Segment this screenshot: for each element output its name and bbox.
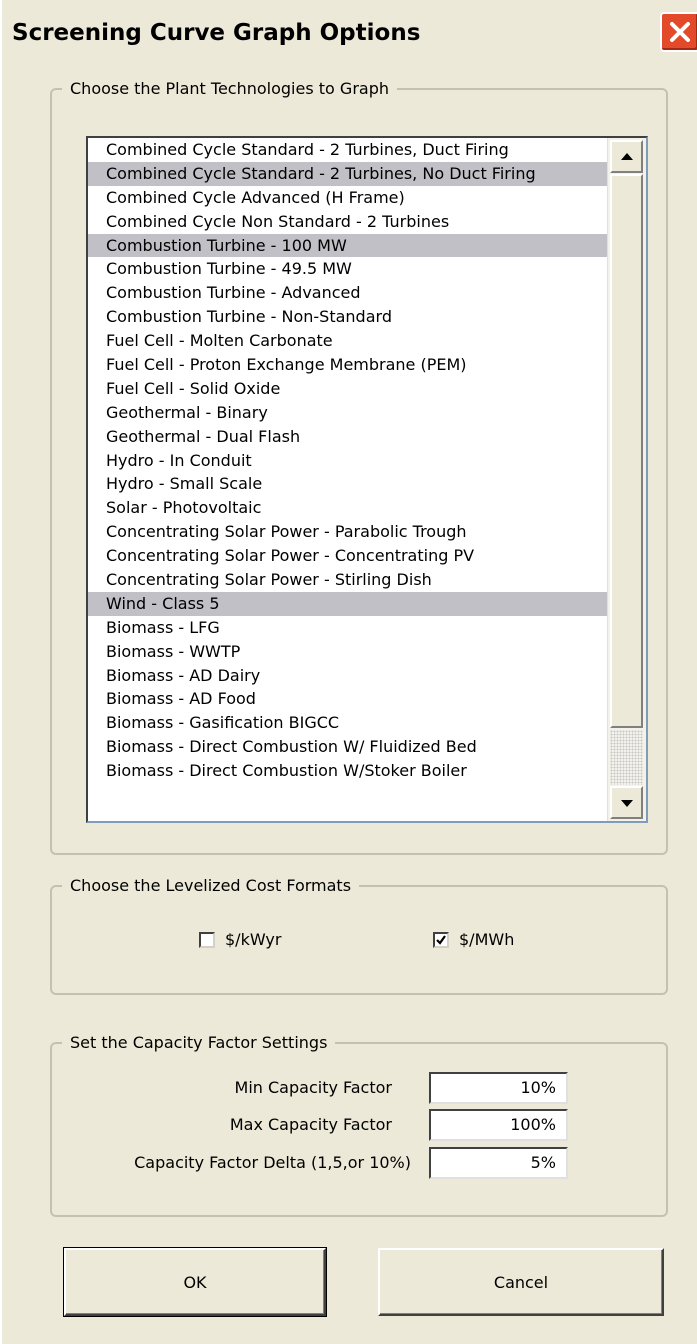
mwh-checkbox[interactable] [433, 931, 449, 948]
capacity-legend: Set the Capacity Factor Settings [62, 1033, 336, 1053]
delta-capacity-label: Capacity Factor Delta (1,5,or 10%) [134, 1153, 411, 1172]
ok-button[interactable]: OK [63, 1247, 327, 1317]
scroll-up-button[interactable] [610, 140, 643, 173]
technologies-listbox[interactable]: Combined Cycle Standard - 2 Turbines, Du… [86, 136, 648, 823]
window-title: Screening Curve Graph Options [12, 20, 421, 46]
title-bar[interactable]: Screening Curve Graph Options [2, 0, 697, 68]
list-item[interactable]: Concentrating Solar Power - Parabolic Tr… [88, 520, 610, 544]
close-button[interactable] [660, 12, 697, 52]
delta-capacity-input[interactable]: 5% [429, 1147, 568, 1179]
list-item[interactable]: Biomass - Direct Combustion W/ Fluidized… [88, 735, 610, 759]
list-item[interactable]: Biomass - WWTP [88, 640, 610, 664]
list-item[interactable]: Concentrating Solar Power - Stirling Dis… [88, 568, 610, 592]
list-item[interactable]: Combustion Turbine - 100 MW [88, 233, 610, 258]
scroll-down-button[interactable] [610, 786, 643, 819]
arrow-down-icon [621, 800, 633, 807]
close-icon [670, 22, 690, 42]
list-item[interactable]: Fuel Cell - Molten Carbonate [88, 329, 610, 353]
list-item[interactable]: Fuel Cell - Solid Oxide [88, 377, 610, 401]
list-item[interactable]: Fuel Cell - Proton Exchange Membrane (PE… [88, 353, 610, 377]
list-item[interactable]: Hydro - Small Scale [88, 472, 610, 496]
max-capacity-label: Max Capacity Factor [229, 1115, 392, 1134]
max-capacity-input[interactable]: 100% [429, 1109, 568, 1141]
cancel-button[interactable]: Cancel [378, 1248, 664, 1316]
list-item[interactable]: Biomass - LFG [88, 616, 610, 640]
list-item[interactable]: Combined Cycle Standard - 2 Turbines, Du… [88, 138, 610, 162]
min-capacity-label: Min Capacity Factor [234, 1078, 392, 1097]
list-item[interactable]: Biomass - Direct Combustion W/Stoker Boi… [88, 759, 610, 783]
list-item[interactable]: Biomass - Gasification BIGCC [88, 711, 610, 735]
list-item[interactable]: Combustion Turbine - 49.5 MW [88, 257, 610, 281]
list-item[interactable]: Combined Cycle Standard - 2 Turbines, No… [88, 161, 610, 186]
cost-formats-group [50, 885, 668, 995]
list-item[interactable]: Concentrating Solar Power - Concentratin… [88, 544, 610, 568]
mwh-option[interactable]: $/MWh [433, 930, 514, 949]
list-item[interactable]: Solar - Photovoltaic [88, 496, 610, 520]
list-item[interactable]: Geothermal - Dual Flash [88, 425, 610, 449]
list-item[interactable]: Wind - Class 5 [88, 591, 610, 616]
list-item[interactable]: Combustion Turbine - Advanced [88, 281, 610, 305]
mwh-label: $/MWh [459, 930, 515, 949]
kwyr-option[interactable]: $/kWyr [199, 930, 281, 949]
min-capacity-input[interactable]: 10% [429, 1072, 568, 1104]
list-item[interactable]: Combustion Turbine - Non-Standard [88, 305, 610, 329]
list-item[interactable]: Combined Cycle Advanced (H Frame) [88, 186, 610, 210]
scroll-thumb[interactable] [610, 174, 643, 728]
list-item[interactable]: Combined Cycle Non Standard - 2 Turbines [88, 210, 610, 234]
technologies-list: Combined Cycle Standard - 2 Turbines, Du… [88, 138, 610, 783]
check-icon [436, 934, 446, 945]
dialog-window: Screening Curve Graph Options Choose the… [0, 0, 697, 1344]
scroll-track[interactable] [610, 730, 643, 785]
list-item[interactable]: Geothermal - Binary [88, 401, 610, 425]
technologies-legend: Choose the Plant Technologies to Graph [62, 79, 397, 99]
listbox-scrollbar[interactable] [607, 138, 646, 821]
kwyr-label: $/kWyr [225, 930, 282, 949]
list-item[interactable]: Biomass - AD Food [88, 687, 610, 711]
arrow-up-icon [621, 153, 633, 160]
list-item[interactable]: Biomass - AD Dairy [88, 664, 610, 688]
list-item[interactable]: Hydro - In Conduit [88, 449, 610, 473]
cost-formats-legend: Choose the Levelized Cost Formats [62, 876, 360, 896]
kwyr-checkbox[interactable] [199, 931, 215, 948]
